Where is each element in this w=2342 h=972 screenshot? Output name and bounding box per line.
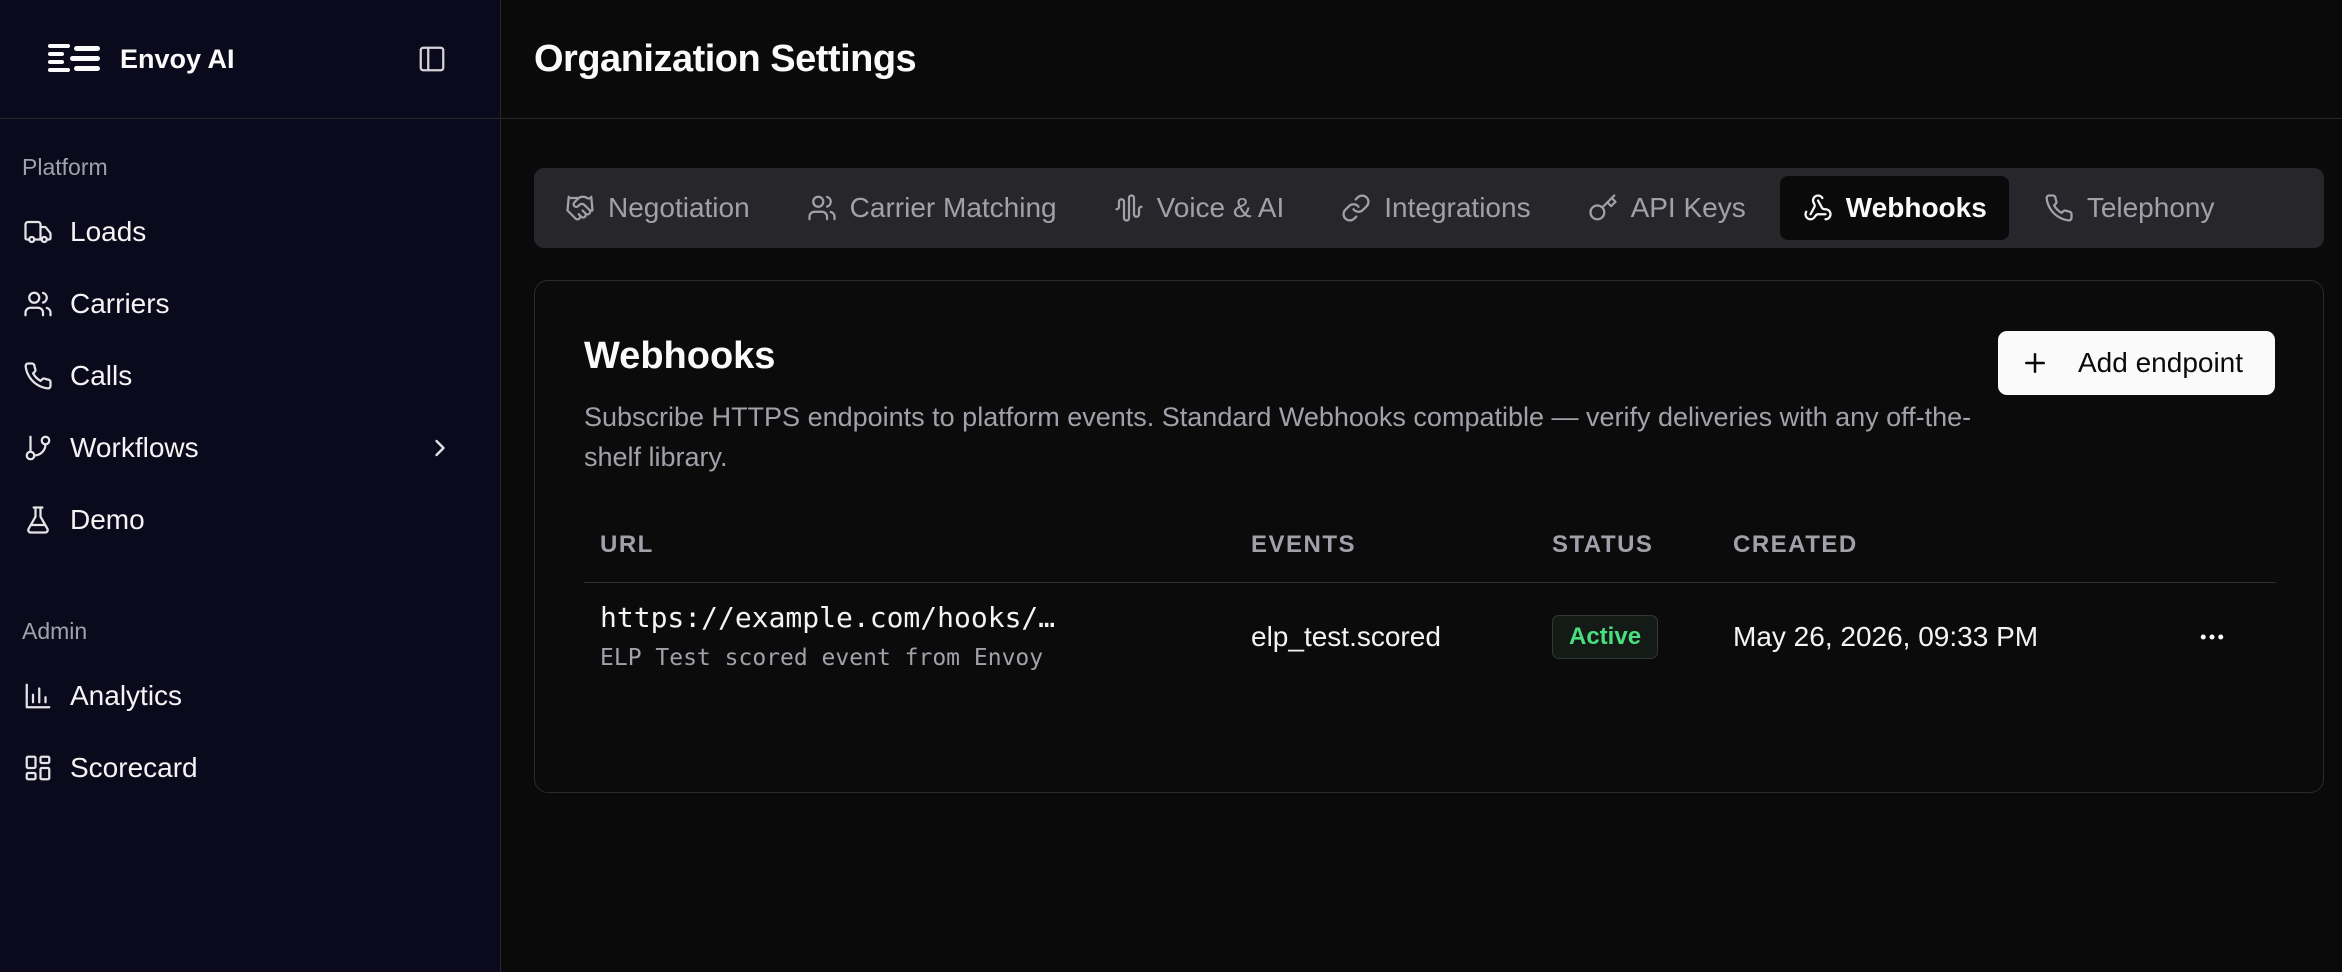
tab-label: Telephony (2086, 192, 2215, 223)
sidebar-item-label: Analytics (70, 680, 183, 711)
tab-voice-ai[interactable]: Voice & AI (1091, 176, 1307, 240)
table-row[interactable]: https://example.com/hooks/… ELP Test sco… (584, 583, 2276, 693)
webhooks-card: Webhooks Subscribe HTTPS endpoints to pl… (534, 280, 2324, 793)
phone-icon (22, 360, 54, 392)
tab-label: Webhooks (1845, 192, 1987, 223)
tab-api-keys[interactable]: API Keys (1565, 176, 1768, 240)
sidebar-item-label: Loads (70, 216, 147, 247)
tab-label: Carrier Matching (849, 192, 1057, 223)
bar-chart-icon (22, 680, 54, 712)
sidebar-header: Envoy AI (0, 0, 500, 119)
toggle-sidebar-button[interactable] (411, 38, 453, 80)
status-badge: Active (1552, 615, 1659, 659)
top-bar: Organization Settings (501, 0, 2342, 119)
layout-grid-icon (22, 752, 54, 784)
sidebar-section-platform: Platform (22, 154, 108, 180)
users-icon (806, 192, 838, 224)
row-actions-button[interactable] (2188, 615, 2236, 659)
sidebar-item-label: Demo (70, 504, 145, 535)
sidebar-item-calls[interactable]: Calls (0, 348, 480, 404)
sidebar-item-scorecard[interactable]: Scorecard (0, 740, 480, 796)
webhooks-table: URL EVENTS STATUS CREATED https://exampl… (584, 519, 2276, 693)
endpoint-events: elp_test.scored (1251, 621, 1441, 652)
table-header: URL EVENTS STATUS CREATED (584, 519, 2276, 583)
tab-label: API Keys (1630, 192, 1746, 223)
add-endpoint-button[interactable]: Add endpoint (1998, 331, 2275, 395)
tab-label: Integrations (1384, 192, 1531, 223)
endpoint-url: https://example.com/hooks/… (600, 601, 1056, 634)
sidebar-item-analytics[interactable]: Analytics (0, 668, 480, 724)
more-horizontal-icon (2200, 634, 2224, 640)
webhook-icon (1802, 192, 1834, 224)
sidebar-section-admin: Admin (22, 618, 88, 644)
flask-icon (22, 504, 54, 536)
tab-integrations[interactable]: Integrations (1318, 176, 1552, 240)
tab-label: Negotiation (608, 192, 750, 223)
tab-carrier-matching[interactable]: Carrier Matching (784, 176, 1079, 240)
sidebar-item-demo[interactable]: Demo (0, 492, 480, 548)
phone-icon (2043, 192, 2075, 224)
git-branch-icon (22, 432, 54, 464)
app-root: Envoy AI Platform Loads Carriers Calls W… (0, 0, 2342, 972)
truck-icon (22, 216, 54, 248)
endpoint-description: ELP Test scored event from Envoy (600, 645, 1044, 671)
sidebar-item-label: Scorecard (70, 752, 198, 783)
column-header-status: STATUS (1552, 531, 1654, 558)
link-icon (1340, 192, 1372, 224)
sidebar: Envoy AI Platform Loads Carriers Calls W… (0, 0, 501, 972)
column-header-url: URL (600, 531, 654, 558)
key-icon (1587, 192, 1619, 224)
settings-tabs: Negotiation Carrier Matching Voice & AI (534, 168, 2324, 248)
add-endpoint-label: Add endpoint (2078, 347, 2244, 378)
column-header-events: EVENTS (1251, 531, 1357, 558)
handshake-icon (564, 192, 596, 224)
tab-negotiation[interactable]: Negotiation (542, 176, 772, 240)
sidebar-item-label: Workflows (70, 432, 199, 463)
brand-name: Envoy AI (120, 43, 235, 74)
webhooks-title: Webhooks (584, 335, 776, 377)
plus-icon (2025, 353, 2045, 373)
sidebar-item-label: Carriers (70, 288, 170, 319)
column-header-created: CREATED (1733, 531, 1858, 558)
sidebar-item-label: Calls (70, 360, 133, 391)
audio-waveform-icon (1113, 192, 1145, 224)
tab-label: Voice & AI (1156, 192, 1285, 223)
tab-telephony[interactable]: Telephony (2021, 176, 2237, 240)
webhooks-description: Subscribe HTTPS endpoints to platform ev… (584, 402, 1972, 472)
sidebar-item-carriers[interactable]: Carriers (0, 276, 480, 332)
panel-left-icon (419, 46, 445, 72)
sidebar-item-loads[interactable]: Loads (0, 204, 480, 260)
tab-webhooks[interactable]: Webhooks (1779, 176, 2009, 240)
chevron-right-icon (435, 439, 445, 457)
endpoint-created: May 26, 2026, 09:33 PM (1733, 621, 2039, 652)
envoy-logo-icon (48, 44, 100, 72)
users-icon (22, 288, 54, 320)
sidebar-item-workflows[interactable]: Workflows (0, 420, 480, 476)
main-content: Organization Settings Negotiation Carrie… (501, 0, 2342, 972)
page-title: Organization Settings (534, 37, 917, 80)
